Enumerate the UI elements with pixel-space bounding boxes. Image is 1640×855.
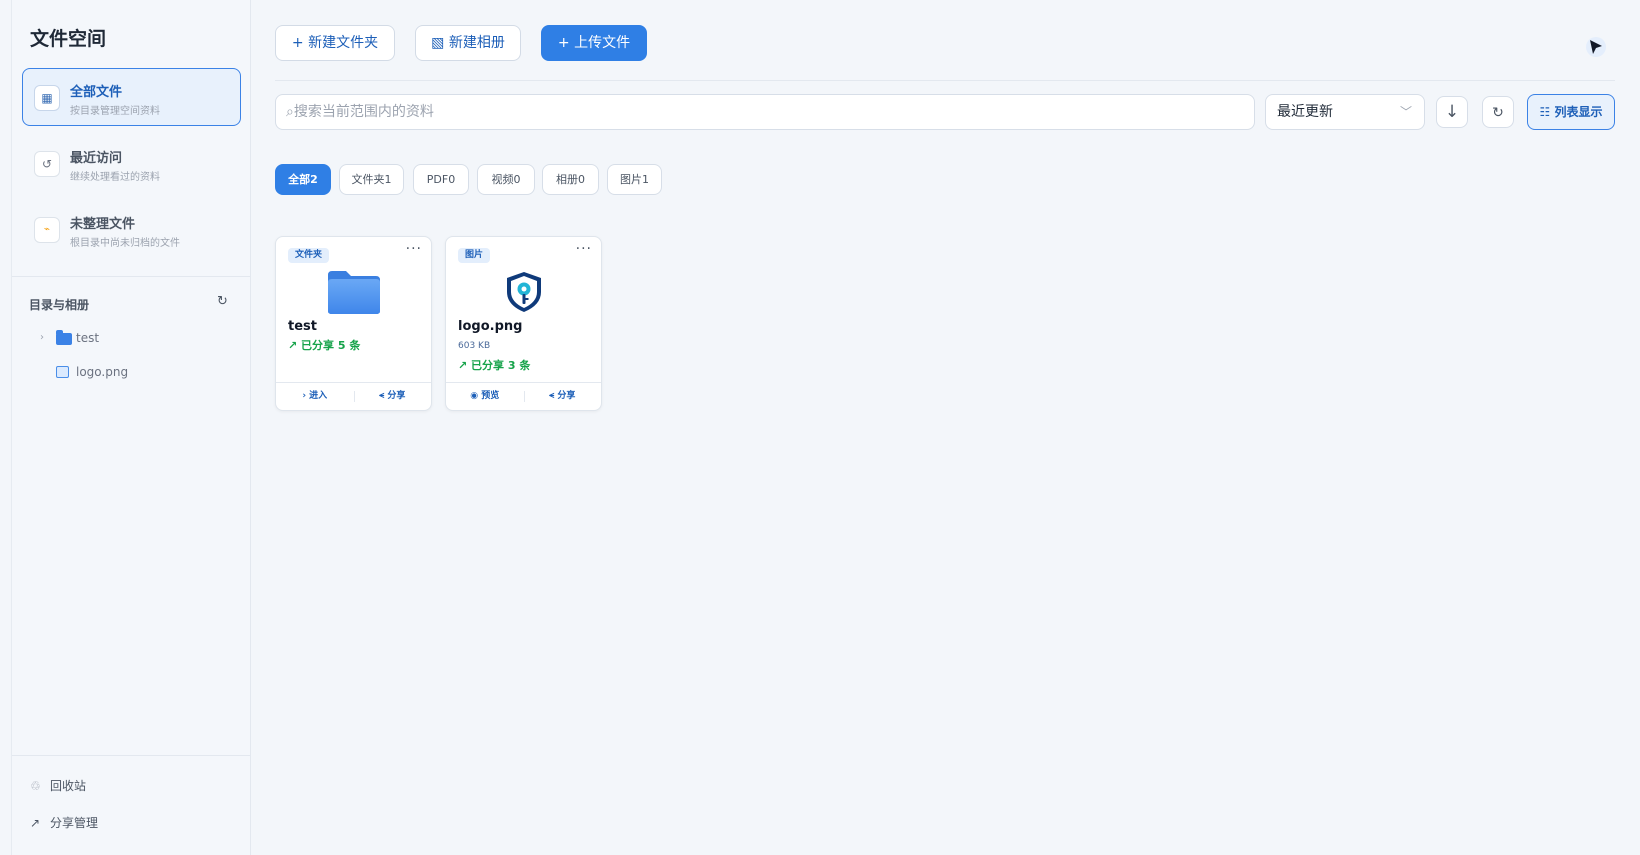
sidebar: 文件空间 ▦ 全部文件 按目录管理空间资料 ↺ 最近访问 继续处理看过的资料 ⌁… <box>11 0 251 855</box>
nav-sub: 继续处理看过的资料 <box>70 172 160 183</box>
preview-button[interactable]: ◉ 预览 <box>446 383 524 410</box>
new-folder-button[interactable]: + 新建文件夹 <box>275 25 395 61</box>
sort-direction-button[interactable]: ↓ <box>1436 96 1468 128</box>
filter-chip-album[interactable]: 相册0 <box>542 164 599 195</box>
new-album-button[interactable]: ▧ 新建相册 <box>415 25 521 61</box>
card-actions: › 进入 ⪪ 分享 <box>276 382 431 410</box>
chevron-down-icon: ﹀ <box>1399 105 1412 119</box>
tree-label: logo.png <box>76 365 129 379</box>
sidebar-title: 文件空间 <box>30 28 107 50</box>
filter-chip-pdf[interactable]: PDF0 <box>413 164 469 195</box>
share-arrow-icon: ↗ <box>30 816 41 830</box>
filter-chip-all[interactable]: 全部2 <box>275 164 331 195</box>
file-card-folder[interactable]: 文件夹 ··· test ↗ 已分享 5 条 › 进入 ⪪ 分享 <box>275 236 432 411</box>
refresh-button[interactable]: ↻ <box>1482 96 1514 128</box>
tree-label: test <box>76 331 100 345</box>
nav-item-unsorted[interactable]: ⌁ 未整理文件 根目录中尚未归档的文件 <box>22 200 241 258</box>
nav-label: 最近访问 <box>70 151 123 166</box>
enter-button[interactable]: › 进入 <box>276 383 354 410</box>
nav-label: 全部文件 <box>70 85 123 100</box>
card-name: test <box>288 319 317 334</box>
filter-chip-image[interactable]: 图片1 <box>607 164 662 195</box>
tree-item-image[interactable]: logo.png <box>40 364 230 384</box>
card-actions: ◉ 预览 ⪪ 分享 <box>446 382 601 410</box>
share-button[interactable]: ⪪ 分享 <box>354 383 432 410</box>
card-share-status: ↗ 已分享 3 条 <box>458 359 531 372</box>
footer-share-management[interactable]: ↗ 分享管理 <box>30 814 98 832</box>
nav-sub: 根目录中尚未归档的文件 <box>70 238 180 249</box>
filter-chip-folder[interactable]: 文件夹1 <box>339 164 404 195</box>
sort-selected: 最近更新 <box>1277 104 1333 120</box>
more-icon[interactable]: ··· <box>576 241 592 257</box>
card-share-status: ↗ 已分享 5 条 <box>288 339 361 352</box>
footer-label: 回收站 <box>50 779 87 793</box>
recycle-icon: ♲ <box>30 779 41 793</box>
card-badge: 图片 <box>458 248 491 263</box>
refresh-icon: ↻ <box>1492 105 1504 121</box>
footer-recycle-bin[interactable]: ♲ 回收站 <box>30 777 86 795</box>
divider <box>12 755 251 756</box>
file-card-image[interactable]: 图片 ··· logo.png 603 KB ↗ 已分享 3 条 ◉ 预览 ⪪ … <box>445 236 602 411</box>
arrow-icon: ⌁ <box>34 217 60 243</box>
section-title: 目录与相册 <box>29 298 90 312</box>
refresh-icon[interactable]: ↻ <box>217 294 228 309</box>
card-badge: 文件夹 <box>288 248 330 263</box>
footer-label: 分享管理 <box>50 816 99 830</box>
filter-chip-video[interactable]: 视频0 <box>477 164 535 195</box>
nav-sub: 按目录管理空间资料 <box>70 106 160 117</box>
folder-icon <box>328 271 380 314</box>
upload-button[interactable]: + 上传文件 <box>541 25 647 61</box>
nav-label: 未整理文件 <box>70 217 136 232</box>
nav-item-recent[interactable]: ↺ 最近访问 继续处理看过的资料 <box>22 134 241 192</box>
divider <box>275 80 1615 81</box>
cursor-icon <box>1586 37 1606 57</box>
share-button[interactable]: ⪪ 分享 <box>524 383 602 410</box>
search-input[interactable]: ⌕搜索当前范围内的资料 <box>275 94 1255 130</box>
grid-icon: ▦ <box>34 85 60 111</box>
folder-icon <box>56 330 72 345</box>
card-name: logo.png <box>458 319 523 334</box>
arrow-down-icon: ↓ <box>1444 102 1460 122</box>
card-size: 603 KB <box>458 341 491 351</box>
nav-item-all-files[interactable]: ▦ 全部文件 按目录管理空间资料 <box>22 68 241 126</box>
view-toggle-button[interactable]: ☷ 列表显示 <box>1527 94 1615 130</box>
image-icon <box>56 366 69 378</box>
more-icon[interactable]: ··· <box>406 241 422 257</box>
shield-logo-icon <box>507 272 541 312</box>
sort-select[interactable]: 最近更新 ﹀ <box>1265 94 1425 130</box>
chevron-right-icon[interactable]: › <box>40 332 44 343</box>
tree-item-folder[interactable]: › test <box>40 330 230 350</box>
divider <box>12 276 251 277</box>
history-icon: ↺ <box>34 151 60 177</box>
